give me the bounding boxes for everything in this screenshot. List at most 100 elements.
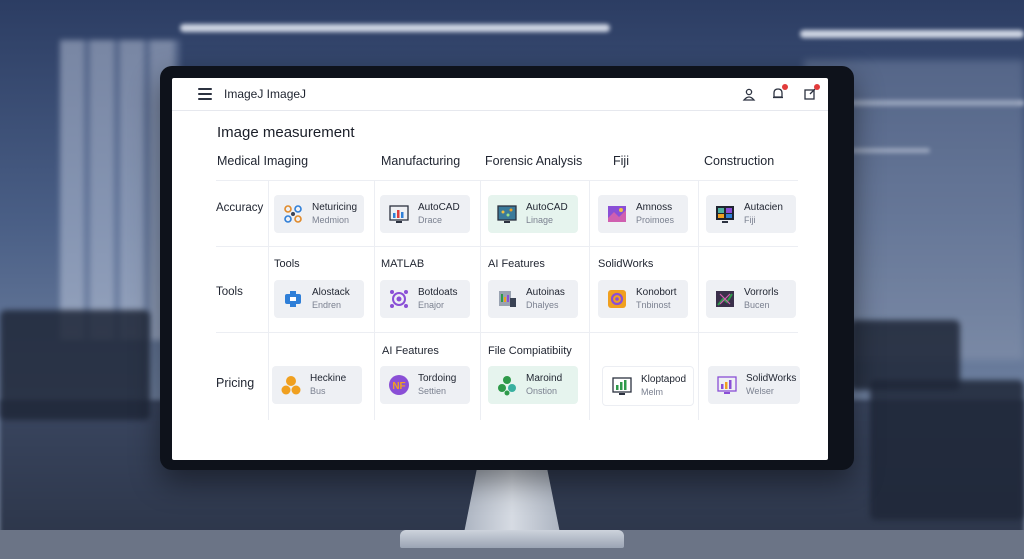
card-subtitle: Bus <box>310 386 326 396</box>
card-subtitle: Settien <box>418 386 447 396</box>
background-chair <box>870 380 1024 520</box>
ceiling-light <box>180 24 610 32</box>
background-chair <box>0 310 150 420</box>
app-window: ImageJ ImageJ Image measurement Medical … <box>172 78 828 460</box>
card-subtitle: Melm <box>641 387 663 397</box>
card-title: AutoCAD <box>526 202 568 213</box>
row-divider <box>216 180 798 181</box>
card-maroind[interactable]: Maroind Onstion <box>488 366 578 404</box>
card-subtitle: Linage <box>526 215 554 225</box>
card-subtitle: Endren <box>312 300 342 310</box>
column-divider <box>268 180 269 420</box>
blue-box-icon <box>282 288 304 310</box>
notification-bell-icon[interactable] <box>771 84 788 101</box>
row-divider <box>216 246 798 247</box>
card-subtitle: Dhalyes <box>526 300 559 310</box>
subheader-ai-features-2: AI Features <box>382 345 439 357</box>
card-subtitle: Drace <box>418 215 443 225</box>
orange-gear-icon <box>606 288 628 310</box>
card-title: Neturicing <box>312 202 358 213</box>
bar-chart-monitor-icon <box>388 203 410 225</box>
card-solidworks[interactable]: SolidWorks Welser <box>708 366 800 404</box>
notification-badge <box>782 84 788 90</box>
subheader-file-compatibility: File Compiatibiity <box>488 345 572 357</box>
subheader-solidworks: SolidWorks <box>598 258 654 270</box>
column-divider <box>698 180 699 420</box>
card-subtitle: Onstion <box>526 386 558 396</box>
column-header-forensic-analysis[interactable]: Forensic Analysis <box>485 154 582 168</box>
row-label-pricing: Pricing <box>216 376 255 390</box>
card-autocad-2[interactable]: AutoCAD Linage <box>488 195 578 233</box>
scene: ImageJ ImageJ Image measurement Medical … <box>0 0 1024 559</box>
card-subtitle: Tnbinost <box>636 300 671 310</box>
column-header-manufacturing[interactable]: Manufacturing <box>381 154 460 168</box>
card-subtitle: Welser <box>746 386 774 396</box>
column-divider <box>589 180 590 420</box>
card-title: Tordoing <box>418 373 457 384</box>
ceiling-light <box>800 30 1024 38</box>
card-title: Vorrorls <box>744 287 779 298</box>
purple-bars-monitor-icon <box>716 374 738 396</box>
purple-image-icon <box>606 203 628 225</box>
card-title: AutoCAD <box>418 202 460 213</box>
network-nodes-icon <box>282 203 304 225</box>
card-title: Alostack <box>312 287 350 298</box>
hamburger-menu-icon[interactable] <box>198 88 212 100</box>
nf-badge-icon: NF <box>388 374 410 396</box>
card-autoinas[interactable]: Autoinas Dhalyes <box>488 280 578 318</box>
column-header-construction[interactable]: Construction <box>704 154 774 168</box>
card-vorrorls[interactable]: Vorrorls Bucen <box>706 280 796 318</box>
subheader-tools: Tools <box>274 258 300 270</box>
green-cluster-icon <box>496 374 518 396</box>
share-icon[interactable] <box>803 84 820 101</box>
card-subtitle: Enajor <box>418 300 445 310</box>
background-chair <box>850 320 960 390</box>
card-title: Autoinas <box>526 287 565 298</box>
crosshair-image-icon <box>714 288 736 310</box>
card-konobort[interactable]: Konobort Tnbinost <box>598 280 688 318</box>
app-header: ImageJ ImageJ <box>172 78 828 111</box>
row-divider <box>216 332 798 333</box>
card-title: Maroind <box>526 373 563 384</box>
card-title: Amnoss <box>636 202 673 213</box>
green-bars-monitor-icon <box>611 375 633 397</box>
card-alostack[interactable]: Alostack Endren <box>274 280 364 318</box>
card-neturicing[interactable]: Neturicing Medmion <box>274 195 364 233</box>
user-icon[interactable] <box>742 87 756 101</box>
column-header-fiji[interactable]: Fiji <box>613 154 629 168</box>
card-title: Konobort <box>636 287 677 298</box>
card-subtitle: Proimoes <box>636 215 675 225</box>
card-kloptapod[interactable]: Kloptapod Melm <box>602 366 694 406</box>
card-subtitle: Medmion <box>312 215 350 225</box>
image-grid-monitor-icon <box>714 203 736 225</box>
column-header-medical-imaging[interactable]: Medical Imaging <box>217 154 308 168</box>
row-label-tools: Tools <box>216 286 243 298</box>
row-label-accuracy: Accuracy <box>216 202 264 214</box>
column-divider <box>480 180 481 420</box>
card-title: Botdoats <box>418 287 458 298</box>
app-title: ImageJ ImageJ <box>224 87 307 101</box>
card-botdoats[interactable]: Botdoats Enajor <box>380 280 470 318</box>
share-badge <box>814 84 820 90</box>
monitor-stand-base <box>400 530 624 548</box>
card-title: SolidWorks <box>746 373 797 384</box>
column-divider <box>374 180 375 420</box>
purple-molecule-icon <box>388 288 410 310</box>
page-title: Image measurement <box>217 124 355 141</box>
orange-circles-icon <box>280 374 302 396</box>
card-subtitle: Bucen <box>744 300 770 310</box>
card-tordoing[interactable]: NF Tordoing Settien <box>380 366 470 404</box>
card-autacien[interactable]: Autacien Fiji <box>706 195 796 233</box>
card-title: Kloptapod <box>641 374 687 385</box>
card-heckine[interactable]: Heckine Bus <box>272 366 362 404</box>
subheader-ai-features: AI Features <box>488 258 545 270</box>
svg-text:NF: NF <box>392 381 405 392</box>
scatter-monitor-icon <box>496 203 518 225</box>
card-autocad-1[interactable]: AutoCAD Drace <box>380 195 470 233</box>
card-subtitle: Fiji <box>744 215 756 225</box>
card-title: Autacien <box>744 202 783 213</box>
card-title: Heckine <box>310 373 347 384</box>
subheader-matlab: MATLAB <box>381 258 425 270</box>
card-amnoss[interactable]: Amnoss Proimoes <box>598 195 688 233</box>
chart-document-icon <box>496 288 518 310</box>
